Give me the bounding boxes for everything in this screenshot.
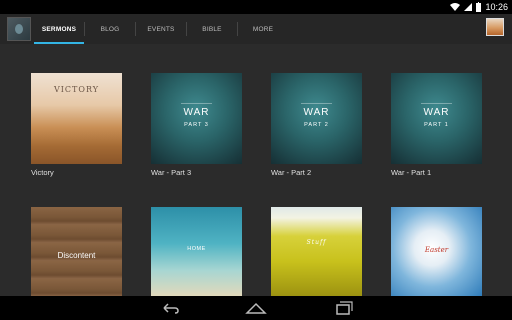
thumbnail-title: VICTORY bbox=[53, 85, 99, 94]
sermon-thumbnail: Easter bbox=[391, 207, 482, 298]
sermon-thumbnail: Discontent bbox=[31, 207, 122, 298]
tab-bar: SERMONS BLOG EVENTS BIBLE MORE bbox=[34, 14, 288, 44]
back-icon[interactable] bbox=[158, 300, 182, 316]
sermon-thumbnail: WAR PART 1 bbox=[391, 73, 482, 164]
sermon-card-war-part-1[interactable]: WAR PART 1 War - Part 1 bbox=[391, 73, 482, 177]
sermon-card-home[interactable]: HOME bbox=[151, 207, 242, 298]
sermon-title: War - Part 3 bbox=[151, 168, 192, 177]
wifi-icon bbox=[450, 3, 461, 11]
sermon-title: Victory bbox=[31, 168, 54, 177]
battery-icon bbox=[476, 1, 482, 12]
status-time: 10:26 bbox=[485, 2, 508, 12]
thumbnail-title: WAR bbox=[183, 107, 210, 118]
tab-bible[interactable]: BIBLE bbox=[187, 14, 237, 44]
thumbnail-subtitle: PART 1 bbox=[424, 122, 449, 128]
sermon-thumbnail: WAR PART 3 bbox=[151, 73, 242, 164]
sermon-thumbnail: HOME bbox=[151, 207, 242, 298]
sermon-card-stuff[interactable]: Stuff bbox=[271, 207, 362, 298]
now-playing-thumbnail[interactable] bbox=[486, 18, 504, 36]
action-bar: SERMONS BLOG EVENTS BIBLE MORE bbox=[0, 14, 512, 44]
thumbnail-subtitle: PART 3 bbox=[184, 122, 209, 128]
navigation-bar bbox=[0, 296, 512, 320]
sermon-thumbnail: Stuff bbox=[271, 207, 362, 298]
signal-icon bbox=[464, 3, 473, 11]
status-bar: 10:26 bbox=[0, 0, 512, 14]
sermon-thumbnail: WAR PART 2 bbox=[271, 73, 362, 164]
thumbnail-rule bbox=[421, 103, 452, 104]
sermon-card-war-part-3[interactable]: WAR PART 3 War - Part 3 bbox=[151, 73, 242, 177]
sermon-card-easter[interactable]: Easter bbox=[391, 207, 482, 298]
tab-blog[interactable]: BLOG bbox=[85, 14, 135, 44]
sermon-card-victory[interactable]: VICTORY Victory bbox=[31, 73, 122, 177]
tab-sermons[interactable]: SERMONS bbox=[34, 14, 84, 44]
thumbnail-title: Stuff bbox=[306, 239, 327, 246]
thumbnail-title: Discontent bbox=[57, 251, 96, 260]
thumbnail-title: HOME bbox=[187, 246, 206, 252]
tab-more[interactable]: MORE bbox=[238, 14, 288, 44]
sermon-card-discontent[interactable]: Discontent bbox=[31, 207, 122, 298]
thumbnail-title: Easter bbox=[424, 246, 449, 254]
thumbnail-rule bbox=[301, 103, 332, 104]
thumbnail-rule bbox=[181, 103, 212, 104]
status-icons: 10:26 bbox=[450, 1, 508, 13]
sermon-title: War - Part 1 bbox=[391, 168, 432, 177]
thumbnail-title: WAR bbox=[303, 107, 330, 118]
sermon-card-war-part-2[interactable]: WAR PART 2 War - Part 2 bbox=[271, 73, 362, 177]
home-icon[interactable] bbox=[244, 300, 268, 316]
sermon-thumbnail: VICTORY bbox=[31, 73, 122, 164]
app-logo-icon[interactable] bbox=[7, 17, 31, 41]
recent-apps-icon[interactable] bbox=[332, 300, 356, 316]
thumbnail-subtitle: PART 2 bbox=[304, 122, 329, 128]
sermon-title: War - Part 2 bbox=[271, 168, 312, 177]
sermon-grid: VICTORY Victory WAR PART 3 War - Part 3 … bbox=[0, 44, 512, 298]
tab-events[interactable]: EVENTS bbox=[136, 14, 186, 44]
thumbnail-title: WAR bbox=[423, 107, 450, 118]
